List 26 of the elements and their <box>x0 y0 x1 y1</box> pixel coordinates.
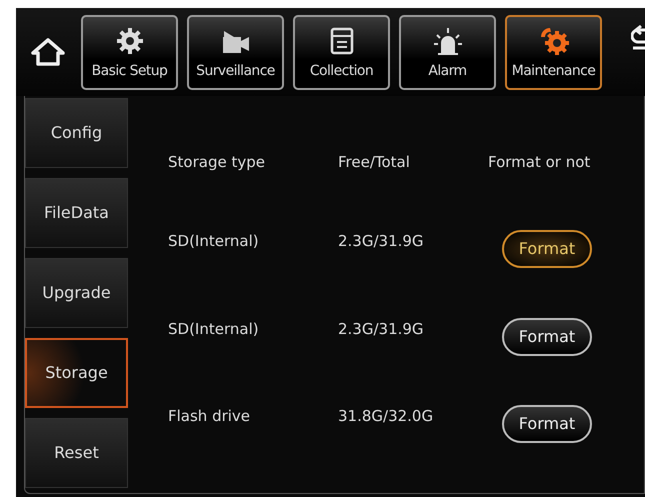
video-camera-icon <box>220 28 250 54</box>
sidebar-item[interactable]: Upgrade <box>25 258 128 328</box>
menu-tab[interactable]: Basic Setup <box>81 14 178 90</box>
gear-icon <box>116 26 144 54</box>
table-cell-text: 2.3G/31.9G <box>338 230 425 252</box>
column-header: Storage type <box>168 152 266 173</box>
sidebar-item[interactable]: Config <box>25 98 128 168</box>
table-cell-text: SD(Internal) <box>168 318 260 340</box>
table-cell-text: 31.8G/32.0G <box>338 406 434 428</box>
table-cell-text: Flash drive <box>168 406 252 428</box>
table-cell-text: SD(Internal) <box>168 230 260 252</box>
menu-tab[interactable]: Surveillance <box>187 14 284 90</box>
format-button[interactable]: Format <box>502 230 592 268</box>
alarm-light-icon <box>432 26 462 54</box>
document-icon <box>330 26 354 54</box>
format-button[interactable]: Format <box>502 405 592 444</box>
sidebar-item[interactable]: Storage <box>25 338 128 408</box>
menu-tab[interactable]: Maintenance <box>505 14 602 90</box>
format-button[interactable]: Format <box>502 318 592 356</box>
column-header: Free/Total <box>338 152 411 173</box>
menu-tab[interactable]: Alarm <box>399 14 496 90</box>
sidebar-item[interactable]: FileData <box>25 178 128 248</box>
menu-tab[interactable]: Collection <box>293 14 390 90</box>
sidebar-item[interactable]: Reset <box>25 418 128 488</box>
table-cell-text: 2.3G/31.9G <box>338 318 425 340</box>
column-header: Format or not <box>488 152 592 173</box>
